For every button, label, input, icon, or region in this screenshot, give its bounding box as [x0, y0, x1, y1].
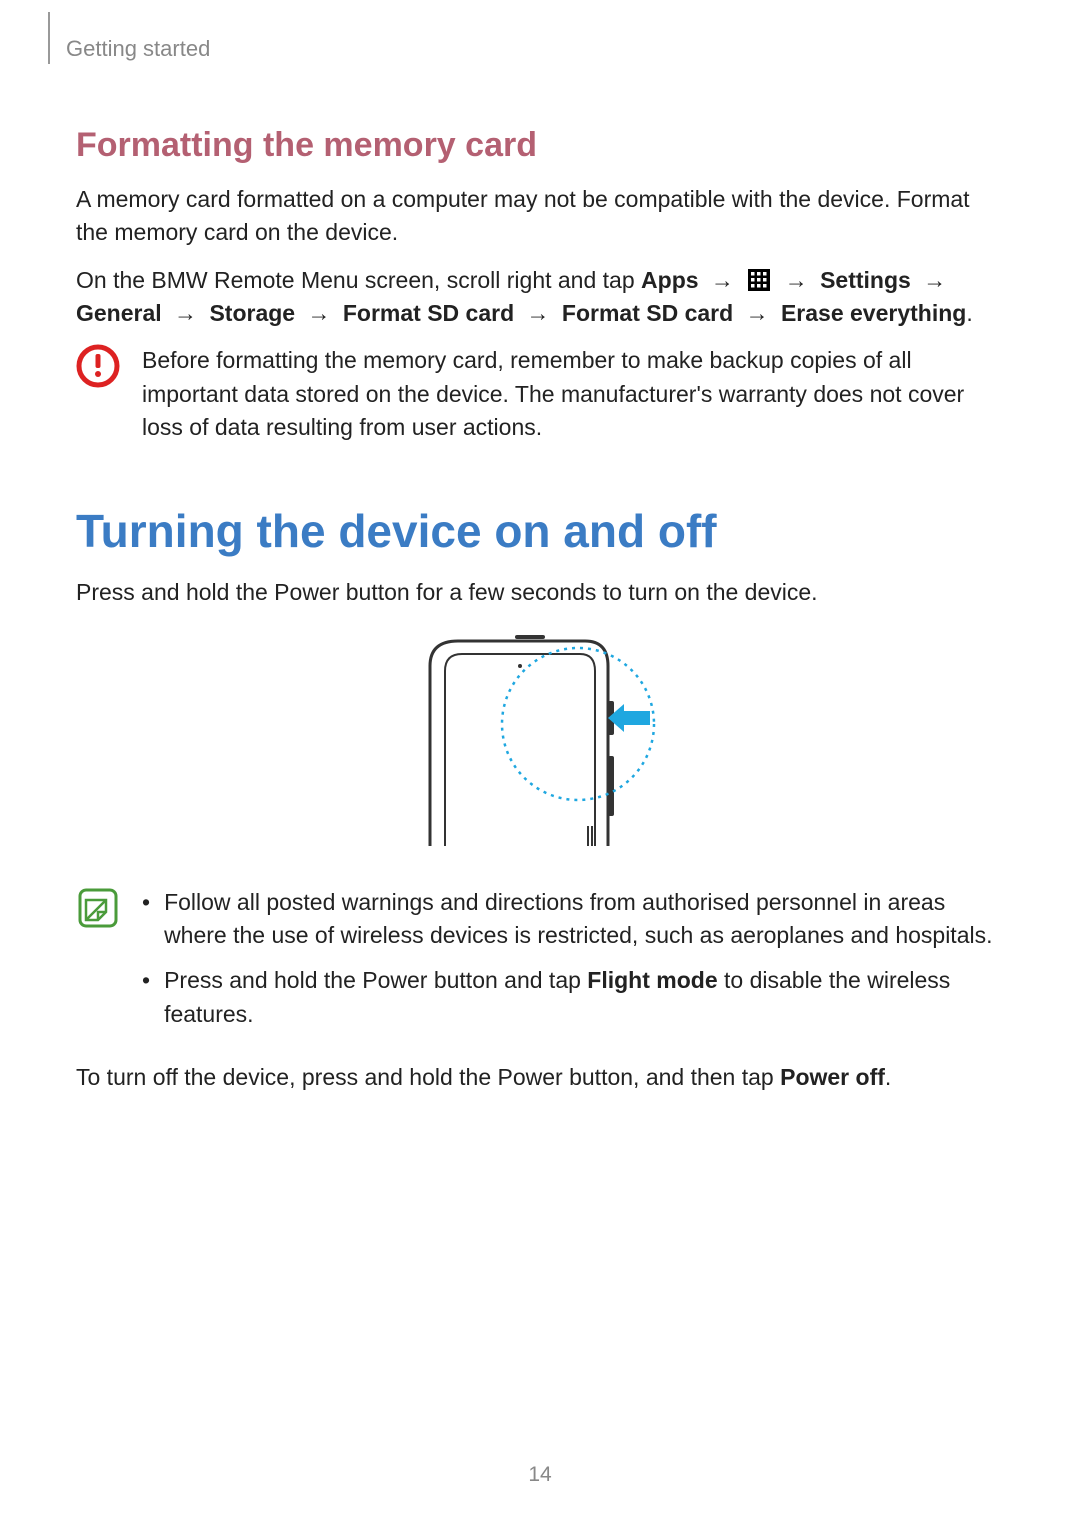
nav-format2: Format SD card	[562, 300, 733, 326]
arrow-icon: →	[740, 300, 775, 326]
figure-power-button	[76, 626, 1004, 856]
power-off: Power off	[780, 1064, 885, 1090]
para-format-path: On the BMW Remote Menu screen, scroll ri…	[76, 264, 1004, 331]
caution-text: Before formatting the memory card, remem…	[142, 344, 1004, 444]
flight-mode: Flight mode	[587, 967, 717, 993]
list-text: Press and hold the Power button and tap …	[164, 964, 1004, 1031]
nav-storage: Storage	[209, 300, 295, 326]
list-text: Follow all posted warnings and direction…	[164, 886, 1004, 953]
arrow-icon: →	[168, 300, 203, 326]
arrow-icon: →	[779, 267, 814, 293]
para-format-intro: A memory card formatted on a computer ma…	[76, 183, 1004, 250]
text: On the BMW Remote Menu screen, scroll ri…	[76, 267, 641, 293]
caution-icon	[76, 344, 120, 388]
text: .	[885, 1064, 891, 1090]
arrow-icon: →	[917, 267, 952, 293]
arrow-icon: →	[705, 267, 740, 293]
bullet: •	[142, 886, 150, 953]
para-power-on: Press and hold the Power button for a fe…	[76, 576, 1004, 609]
arrow-icon: →	[521, 300, 556, 326]
nav-settings: Settings	[820, 267, 911, 293]
arrow-icon: →	[301, 300, 336, 326]
period: .	[966, 300, 972, 326]
note-list: • Follow all posted warnings and directi…	[142, 886, 1004, 1043]
para-power-off: To turn off the device, press and hold t…	[76, 1061, 1004, 1094]
heading-formatting: Formatting the memory card	[76, 126, 1004, 165]
list-item: • Follow all posted warnings and directi…	[142, 886, 1004, 953]
text: To turn off the device, press and hold t…	[76, 1064, 780, 1090]
page-number: 14	[0, 1463, 1080, 1487]
caution-callout: Before formatting the memory card, remem…	[76, 344, 1004, 444]
text: Press and hold the Power button and tap	[164, 967, 587, 993]
breadcrumb: Getting started	[66, 36, 1004, 62]
heading-power: Turning the device on and off	[76, 504, 1004, 558]
nav-format1: Format SD card	[343, 300, 514, 326]
note-icon	[76, 886, 120, 930]
nav-apps: Apps	[641, 267, 699, 293]
nav-general: General	[76, 300, 162, 326]
header-rule	[48, 12, 50, 64]
apps-grid-icon	[748, 269, 770, 291]
bullet: •	[142, 964, 150, 1031]
list-item: • Press and hold the Power button and ta…	[142, 964, 1004, 1031]
text: Follow all posted warnings and direction…	[164, 889, 992, 948]
nav-erase: Erase everything	[781, 300, 966, 326]
note-callout: • Follow all posted warnings and directi…	[76, 886, 1004, 1043]
